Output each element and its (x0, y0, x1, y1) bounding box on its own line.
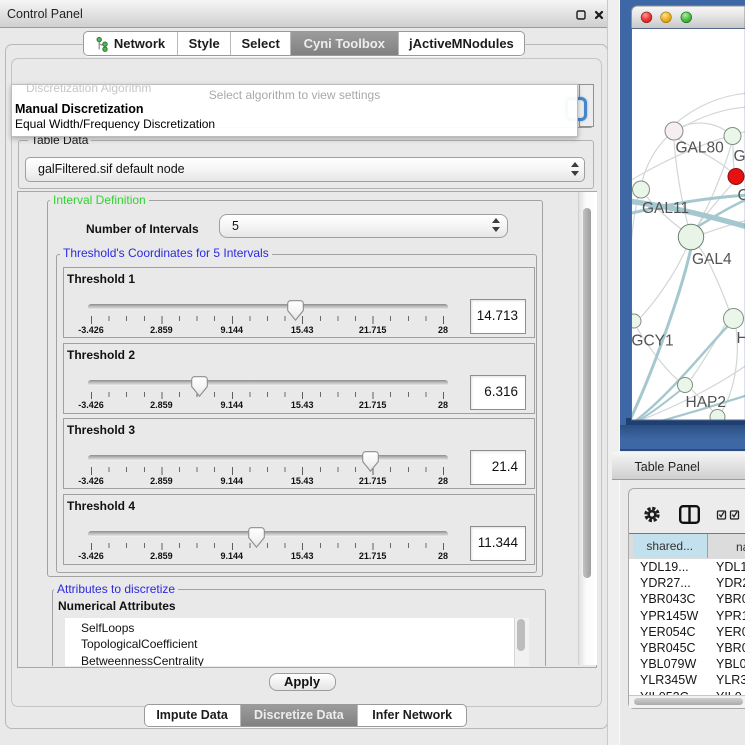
svg-text:GCY1: GCY1 (631, 333, 673, 350)
svg-text:HIS4: HIS4 (737, 330, 745, 347)
svg-text:GAL11: GAL11 (642, 200, 689, 217)
svg-text:HAP2: HAP2 (686, 394, 727, 411)
svg-text:GAL2: GAL2 (734, 148, 745, 165)
svg-text:CYC1: CYC1 (738, 187, 745, 204)
svg-text:GAL4: GAL4 (692, 251, 732, 268)
svg-text:GAL80: GAL80 (676, 140, 725, 157)
